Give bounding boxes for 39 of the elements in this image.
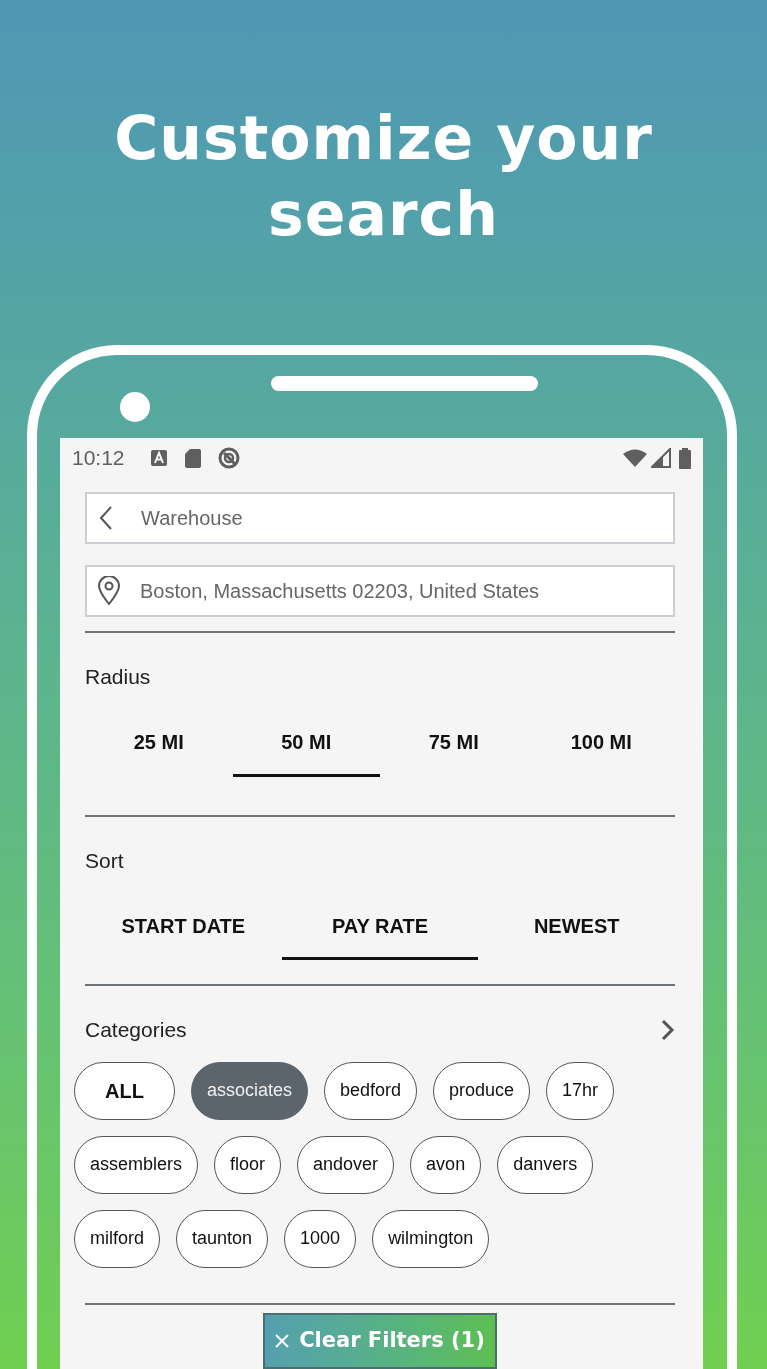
category-chip[interactable]: ALL: [74, 1061, 175, 1120]
back-icon[interactable]: [99, 505, 113, 531]
filter-tab[interactable]: 50 MI: [232, 718, 380, 777]
headline: Customize your search: [113, 102, 654, 251]
category-chip[interactable]: 1000: [284, 1209, 357, 1268]
close-icon: [275, 1334, 290, 1348]
wifi-icon: [623, 449, 647, 467]
category-chip[interactable]: bedford: [323, 1061, 417, 1120]
sync-off-icon: [217, 447, 240, 469]
section-title: Radius: [85, 664, 152, 690]
category-chip[interactable]: avon: [410, 1135, 482, 1194]
filter-tab[interactable]: PAY RATE: [281, 902, 479, 960]
category-chip[interactable]: andover: [297, 1135, 395, 1194]
location-pin-icon: [97, 576, 121, 606]
category-chip[interactable]: assemblers: [74, 1135, 199, 1194]
category-chip[interactable]: wilmington: [372, 1209, 490, 1268]
category-chip[interactable]: taunton: [176, 1209, 269, 1268]
battery-icon: [679, 447, 691, 469]
filter-tab[interactable]: 25 MI: [85, 718, 233, 777]
search-field[interactable]: Warehouse: [85, 492, 675, 544]
section-title: Categories: [85, 1017, 187, 1043]
signal-icon: [651, 448, 671, 468]
filter-tab[interactable]: START DATE: [85, 902, 282, 960]
chevron-right-icon[interactable]: [661, 1018, 675, 1041]
category-chip[interactable]: 17hr: [546, 1061, 615, 1120]
font-icon: [150, 450, 167, 466]
filter-tab[interactable]: 100 MI: [527, 718, 675, 777]
phone-camera: [120, 392, 150, 422]
category-chip[interactable]: associates: [190, 1061, 308, 1120]
filter-tab[interactable]: NEWEST: [478, 902, 675, 960]
filter-tab[interactable]: 75 MI: [380, 718, 528, 777]
category-chip[interactable]: produce: [433, 1061, 531, 1120]
category-chip[interactable]: danvers: [497, 1135, 594, 1194]
location-field[interactable]: Boston, Massachusetts 02203, United States: [85, 565, 675, 617]
category-chip[interactable]: milford: [74, 1209, 160, 1268]
section-title: Sort: [85, 847, 125, 874]
status-time: 10:12: [72, 445, 125, 472]
category-chip[interactable]: floor: [214, 1135, 282, 1194]
sd-card-icon: [184, 448, 201, 468]
